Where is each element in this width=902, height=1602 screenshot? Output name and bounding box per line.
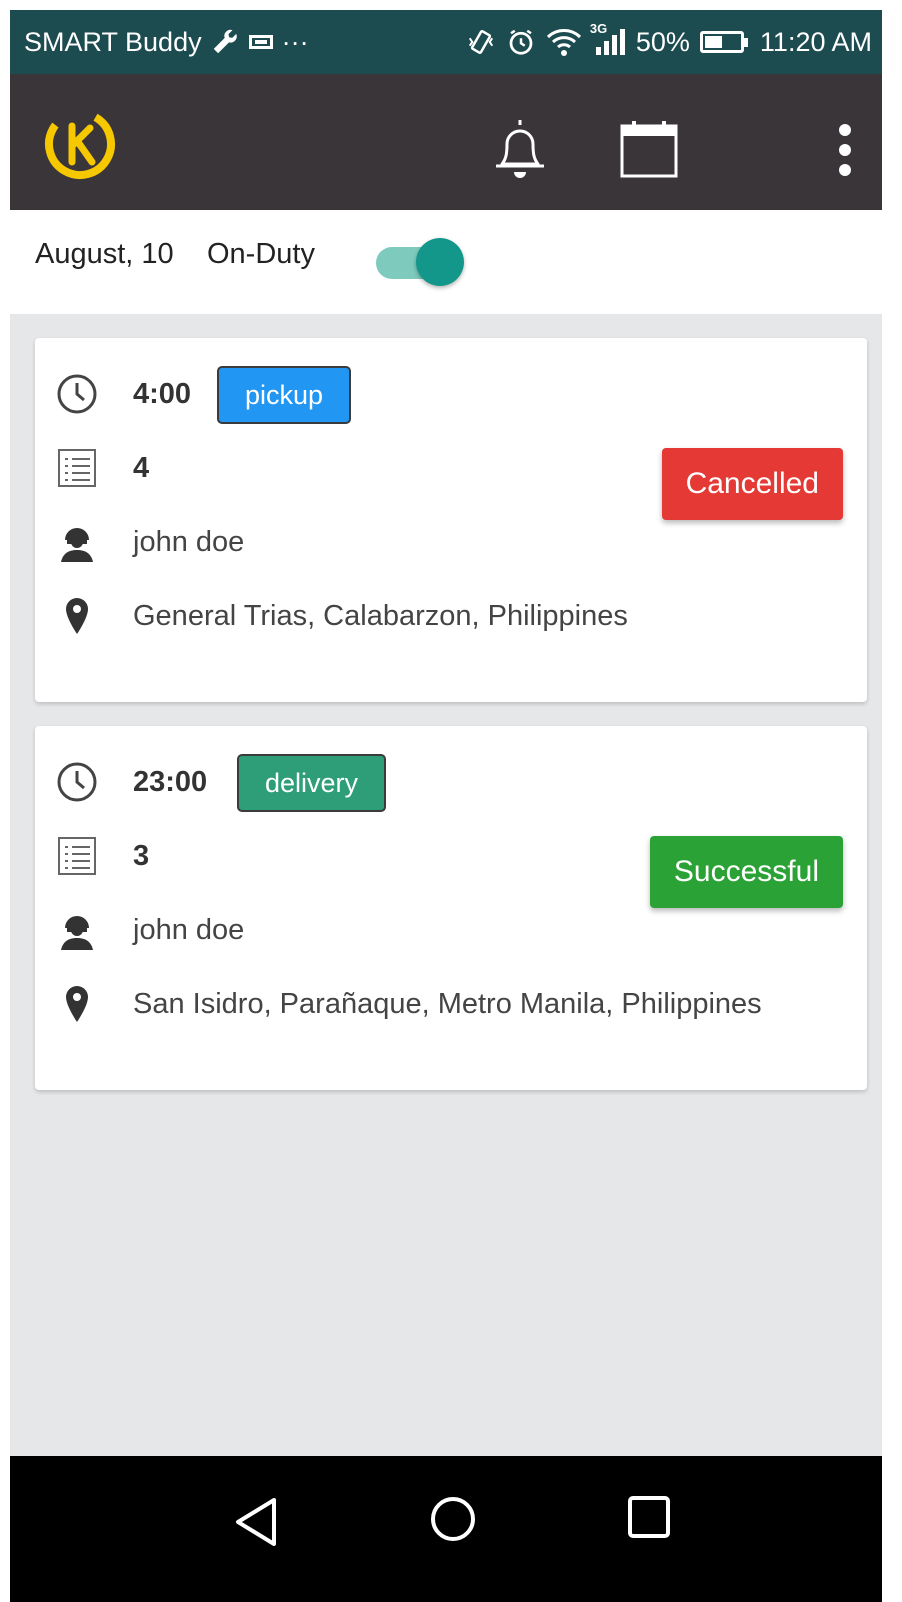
carrier-name: SMART Buddy [24,26,202,57]
delivery-time: 23:00 [133,765,208,798]
duty-date: August, 10 [35,238,174,270]
person-icon [55,908,99,952]
bell-icon[interactable] [490,116,550,182]
system-nav-bar [10,1456,882,1602]
clock: 11:20 AM [759,26,872,57]
app-screen: SMART Buddy ··· 3G 50% 11:20 AM August, … [10,10,882,1602]
network-type-label: 3G [589,21,608,36]
delivery-address: General Trias, Calabarzon, Philippines [133,599,628,632]
status-bar: SMART Buddy ··· 3G 50% 11:20 AM [10,10,882,74]
delivery-card[interactable]: 4:00 pickup 4 john doe General Trias, Ca… [35,338,867,702]
battery-icon [699,31,748,53]
clock-icon [55,760,99,804]
more-vertical-icon[interactable] [830,122,860,178]
delivery-address: San Isidro, Parañaque, Metro Manila, Phi… [133,987,762,1020]
person-icon [55,520,99,564]
calendar-icon[interactable] [618,118,680,180]
wifi-icon [546,27,582,57]
k-bolt-logo-icon[interactable] [42,106,118,182]
back-icon[interactable] [232,1494,282,1550]
duty-label: On-Duty [207,238,315,270]
battery-percent: 50% [635,26,690,57]
cell-signal-icon: 3G [590,21,626,57]
duty-status-bar: August, 10 On-Duty [10,210,882,314]
list-icon [55,446,99,490]
item-count: 4 [133,451,150,484]
customer-name: john doe [133,913,245,946]
photo-icon [248,27,274,57]
toggle-knob [416,238,464,286]
delivery-card[interactable]: 23:00 delivery 3 john doe San Isidro, Pa… [35,726,867,1090]
list-icon [55,834,99,878]
delivery-time: 4:00 [133,377,192,410]
home-icon[interactable] [428,1494,478,1544]
more-notifications-indicator: ··· [281,26,309,57]
type-badge: pickup [217,366,352,424]
app-bar [10,74,882,210]
wrench-icon [210,27,240,57]
item-count: 3 [133,839,150,872]
on-duty-toggle[interactable] [376,232,472,288]
customer-name: john doe [133,525,245,558]
status-button[interactable]: Cancelled [661,448,843,520]
type-badge: delivery [237,754,387,812]
vibrate-icon [466,27,496,57]
status-button[interactable]: Successful [649,836,843,908]
clock-icon [55,372,99,416]
recent-apps-icon[interactable] [626,1494,672,1540]
alarm-icon [506,27,536,57]
location-pin-icon [55,982,99,1026]
location-pin-icon [55,594,99,638]
